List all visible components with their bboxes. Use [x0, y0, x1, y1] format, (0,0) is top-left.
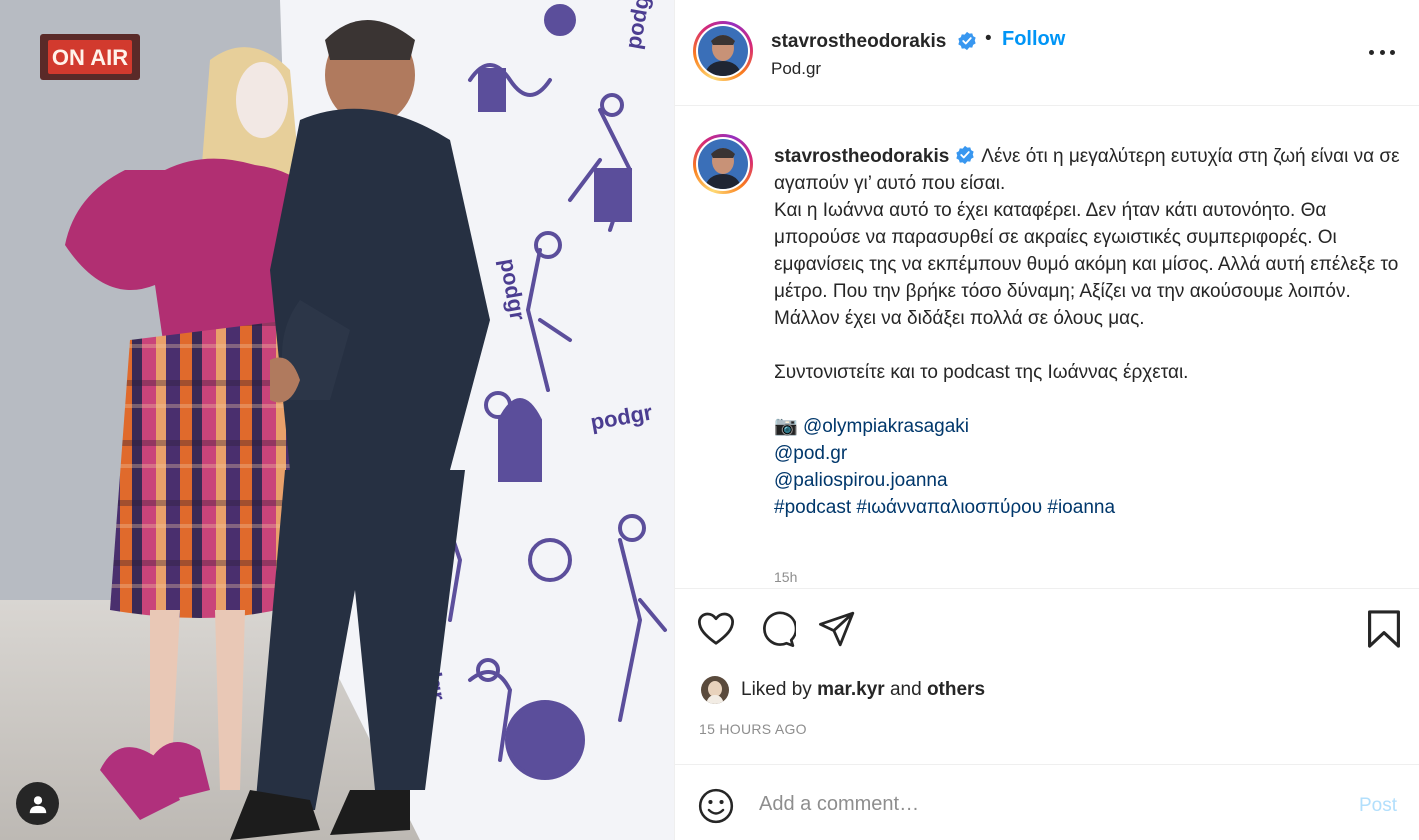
caption-line: 📷 @olympiakrasagaki [774, 413, 1404, 440]
caption-spacer [774, 386, 1404, 413]
post-image: podgr podgr podgr podgr ON AIR [0, 0, 674, 840]
post-timestamp[interactable]: 15 HOURS AGO [699, 721, 807, 737]
caption-spacer [774, 332, 1404, 359]
mention-link[interactable]: @pod.gr [774, 443, 847, 464]
liker-photo [701, 676, 729, 704]
caption-line: #podcast #ιωάνναπαλιοσπύρου #ioanna [774, 494, 1404, 521]
separator-dot: • [985, 28, 992, 49]
like-heart-icon[interactable] [697, 611, 735, 647]
liked-by: Liked by mar.kyr and others [701, 675, 985, 705]
others-link[interactable]: others [927, 679, 985, 701]
more-dot-icon [1369, 49, 1374, 55]
caption-avatar[interactable] [693, 134, 753, 194]
liker-username[interactable]: mar.kyr [817, 679, 885, 701]
verified-badge-icon [958, 31, 976, 51]
user-icon [29, 795, 46, 813]
comment-input[interactable] [759, 789, 1319, 819]
comments-area[interactable]: stavrostheodorakis Λένε ότι η μεγαλύτερη… [675, 107, 1419, 588]
hashtag-link[interactable]: #ιωάνναπαλιοσπύρου [856, 497, 1042, 518]
save-bookmark-icon[interactable] [1366, 609, 1402, 649]
caption-paragraph: Συντονιστείτε και το podcast της Ιωάννας… [774, 362, 1189, 383]
post-panel: stavrostheodorakis • Follow Pod.gr stavr… [674, 0, 1419, 840]
post-header: stavrostheodorakis • Follow Pod.gr [675, 0, 1419, 106]
caption-paragraph: Και η Ιωάννα αυτό το έχει καταφέρει. Δεν… [774, 200, 1399, 329]
and-label: and [889, 679, 922, 700]
caption-time[interactable]: 15h [774, 569, 797, 585]
more-options-button[interactable] [1369, 42, 1395, 62]
mention-link[interactable]: @paliospirou.joanna [774, 470, 948, 491]
liker-avatar[interactable] [701, 676, 729, 704]
caption-line: @pod.gr [774, 440, 1404, 467]
verified-badge-icon [956, 145, 974, 165]
emoji-icon[interactable] [697, 787, 735, 825]
share-send-icon[interactable] [818, 610, 856, 648]
post-caption: stavrostheodorakis Λένε ότι η μεγαλύτερη… [774, 143, 1404, 521]
tagged-users-button[interactable] [16, 782, 59, 825]
camera-emoji: 📷 [774, 416, 798, 437]
on-air-sign: ON AIR [52, 45, 128, 70]
username[interactable]: stavrostheodorakis [771, 31, 946, 53]
avatar[interactable] [693, 21, 753, 81]
hashtag-link[interactable]: #podcast [774, 497, 851, 518]
caption-line: stavrostheodorakis Λένε ότι η μεγαλύτερη… [774, 143, 1404, 197]
post-actions: Liked by mar.kyr and others 15 HOURS AGO [675, 588, 1419, 764]
post-photo[interactable]: podgr podgr podgr podgr ON AIR [0, 0, 674, 840]
profile-photo [698, 26, 748, 76]
caption-line: @paliospirou.joanna [774, 467, 1404, 494]
mention-link[interactable]: @olympiakrasagaki [803, 416, 969, 437]
profile-photo [698, 139, 748, 189]
post-comment-button[interactable]: Post [1359, 795, 1397, 817]
location-link[interactable]: Pod.gr [771, 59, 821, 79]
comment-icon[interactable] [758, 610, 796, 648]
more-dot-icon [1390, 49, 1395, 55]
caption-username[interactable]: stavrostheodorakis [774, 146, 949, 167]
follow-button[interactable]: Follow [1002, 28, 1065, 51]
hashtag-link[interactable]: #ioanna [1047, 497, 1115, 518]
more-dot-icon [1379, 49, 1385, 55]
add-comment-bar: Post [675, 764, 1419, 840]
liked-by-prefix: Liked by [741, 679, 812, 700]
